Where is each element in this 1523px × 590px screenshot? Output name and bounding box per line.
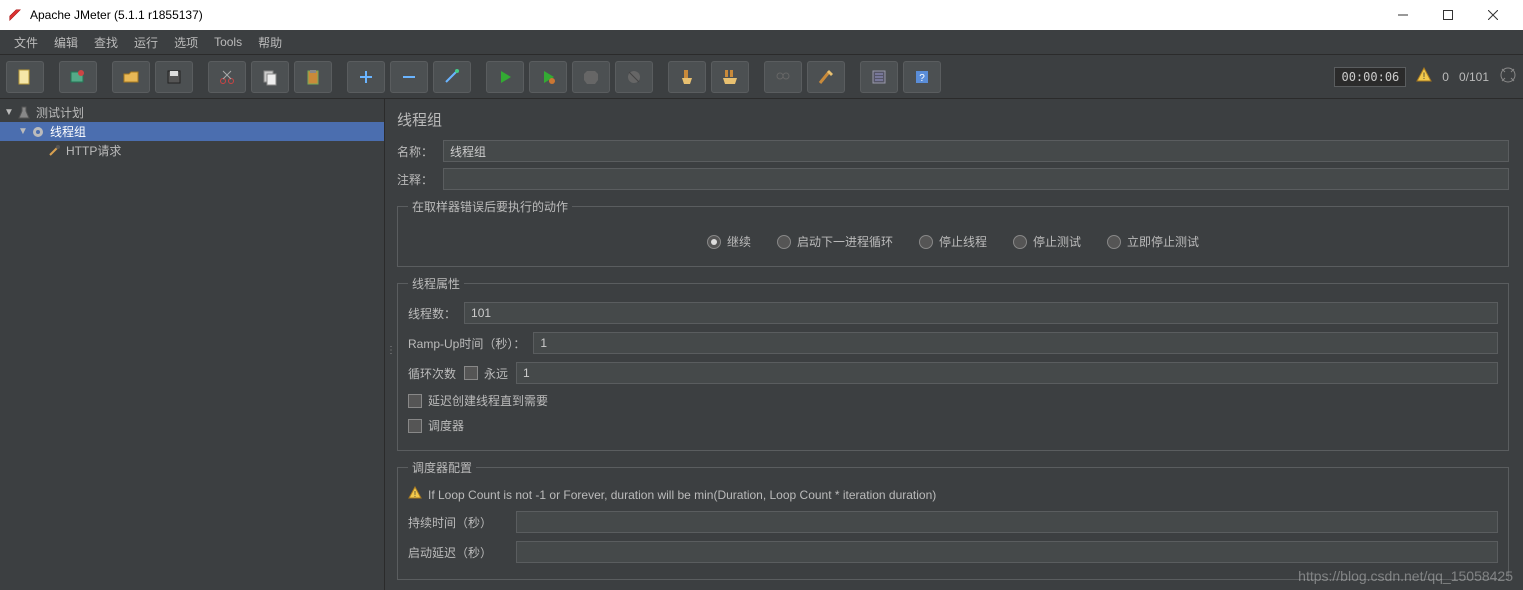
name-input[interactable] — [443, 140, 1509, 162]
paste-button[interactable] — [294, 61, 332, 93]
menu-search[interactable]: 查找 — [86, 34, 126, 51]
tree-thread-group[interactable]: ▼ 线程组 — [0, 122, 384, 141]
window-title: Apache JMeter (5.1.1 r1855137) — [30, 8, 1380, 22]
expand-ui-icon[interactable] — [1499, 66, 1517, 87]
radio-stop-test[interactable]: 停止测试 — [1013, 233, 1081, 250]
on-error-fieldset: 在取样器错误后要执行的动作 继续 启动下一进程循环 停止线程 停止测试 立即停止… — [397, 198, 1509, 267]
radio-next-loop[interactable]: 启动下一进程循环 — [777, 233, 893, 250]
name-label: 名称： — [397, 143, 437, 160]
on-error-legend: 在取样器错误后要执行的动作 — [408, 198, 572, 215]
stop-button[interactable] — [572, 61, 610, 93]
comment-label: 注释： — [397, 171, 437, 188]
radio-dot-icon — [707, 235, 721, 249]
app-feather-icon — [8, 8, 22, 22]
start-no-timers-button[interactable] — [529, 61, 567, 93]
function-helper-button[interactable] — [860, 61, 898, 93]
comment-input[interactable] — [443, 168, 1509, 190]
clear-button[interactable] — [668, 61, 706, 93]
svg-text:?: ? — [919, 73, 925, 84]
caret-down-icon[interactable]: ▼ — [18, 126, 30, 137]
menu-help[interactable]: 帮助 — [250, 34, 290, 51]
test-plan-tree[interactable]: ▼ 测试计划 ▼ 线程组 HTTP请求 — [0, 99, 385, 590]
radio-dot-icon — [919, 235, 933, 249]
tree-root-test-plan[interactable]: ▼ 测试计划 — [0, 103, 384, 122]
loop-warning-text: If Loop Count is not -1 or Forever, dura… — [428, 488, 936, 502]
radio-stop-thread[interactable]: 停止线程 — [919, 233, 987, 250]
split-drag-handle[interactable] — [385, 99, 391, 590]
open-button[interactable] — [112, 61, 150, 93]
caret-down-icon[interactable]: ▼ — [4, 107, 16, 118]
radio-dot-icon — [777, 235, 791, 249]
flask-icon — [16, 105, 32, 121]
start-button[interactable] — [486, 61, 524, 93]
scheduler-checkbox[interactable] — [408, 419, 422, 433]
duration-label: 持续时间（秒） — [408, 514, 508, 531]
threads-input[interactable] — [464, 302, 1498, 324]
gear-icon — [30, 124, 46, 140]
tree-http-request[interactable]: HTTP请求 — [0, 141, 384, 160]
scheduler-label: 调度器 — [428, 417, 464, 434]
collapse-minus-button[interactable] — [390, 61, 428, 93]
panel-title: 线程组 — [397, 109, 1509, 130]
menu-file[interactable]: 文件 — [6, 34, 46, 51]
svg-text:!: ! — [1423, 71, 1426, 81]
threads-label: 线程数： — [408, 305, 456, 322]
clear-all-button[interactable] — [711, 61, 749, 93]
menu-tools[interactable]: Tools — [206, 35, 250, 49]
save-button[interactable] — [155, 61, 193, 93]
window-minimize-button[interactable] — [1380, 0, 1425, 30]
window-close-button[interactable] — [1470, 0, 1515, 30]
forever-label: 永远 — [484, 365, 508, 382]
forever-checkbox[interactable] — [464, 366, 478, 380]
startup-delay-input[interactable] — [516, 541, 1498, 563]
menu-edit[interactable]: 编辑 — [46, 34, 86, 51]
tree-http-request-label: HTTP请求 — [66, 142, 121, 159]
warning-icon[interactable]: ! — [1416, 67, 1432, 86]
pipette-icon — [46, 143, 62, 159]
loop-count-label: 循环次数 — [408, 365, 456, 382]
active-threads-count: 0/101 — [1459, 70, 1489, 84]
window-titlebar: Apache JMeter (5.1.1 r1855137) — [0, 0, 1523, 30]
reset-search-button[interactable] — [807, 61, 845, 93]
copy-button[interactable] — [251, 61, 289, 93]
radio-dot-icon — [1107, 235, 1121, 249]
tree-root-label: 测试计划 — [36, 104, 84, 121]
radio-dot-icon — [1013, 235, 1027, 249]
watermark-text: https://blog.csdn.net/qq_15058425 — [1298, 568, 1513, 584]
shutdown-button[interactable] — [615, 61, 653, 93]
thread-props-legend: 线程属性 — [408, 275, 464, 292]
rampup-label: Ramp-Up时间（秒）： — [408, 335, 525, 352]
editor-panel: 线程组 名称： 注释： 在取样器错误后要执行的动作 继续 启动下一进程循环 停止… — [391, 99, 1523, 590]
startup-delay-label: 启动延迟（秒） — [408, 544, 508, 561]
radio-continue[interactable]: 继续 — [707, 233, 751, 250]
toggle-button[interactable] — [433, 61, 471, 93]
scheduler-config-fieldset: 调度器配置 ! If Loop Count is not -1 or Forev… — [397, 459, 1509, 580]
warning-count: 0 — [1442, 70, 1449, 84]
search-button[interactable] — [764, 61, 802, 93]
warning-triangle-icon: ! — [408, 486, 422, 503]
menu-bar: 文件 编辑 查找 运行 选项 Tools 帮助 — [0, 30, 1523, 55]
delay-create-checkbox[interactable] — [408, 394, 422, 408]
toolbar: ? 00:00:06 ! 0 0/101 — [0, 55, 1523, 99]
menu-options[interactable]: 选项 — [166, 34, 206, 51]
elapsed-timer: 00:00:06 — [1334, 67, 1406, 87]
menu-run[interactable]: 运行 — [126, 34, 166, 51]
duration-input[interactable] — [516, 511, 1498, 533]
help-button[interactable]: ? — [903, 61, 941, 93]
templates-button[interactable] — [59, 61, 97, 93]
delay-create-label: 延迟创建线程直到需要 — [428, 392, 548, 409]
expand-plus-button[interactable] — [347, 61, 385, 93]
new-button[interactable] — [6, 61, 44, 93]
radio-stop-now[interactable]: 立即停止测试 — [1107, 233, 1199, 250]
scheduler-config-legend: 调度器配置 — [408, 459, 476, 476]
cut-button[interactable] — [208, 61, 246, 93]
rampup-input[interactable] — [533, 332, 1498, 354]
tree-thread-group-label: 线程组 — [50, 123, 86, 140]
thread-props-fieldset: 线程属性 线程数： Ramp-Up时间（秒）： 循环次数 永远 延迟创建线程直到… — [397, 275, 1509, 451]
window-maximize-button[interactable] — [1425, 0, 1470, 30]
svg-text:!: ! — [414, 490, 416, 499]
loop-count-input[interactable] — [516, 362, 1498, 384]
